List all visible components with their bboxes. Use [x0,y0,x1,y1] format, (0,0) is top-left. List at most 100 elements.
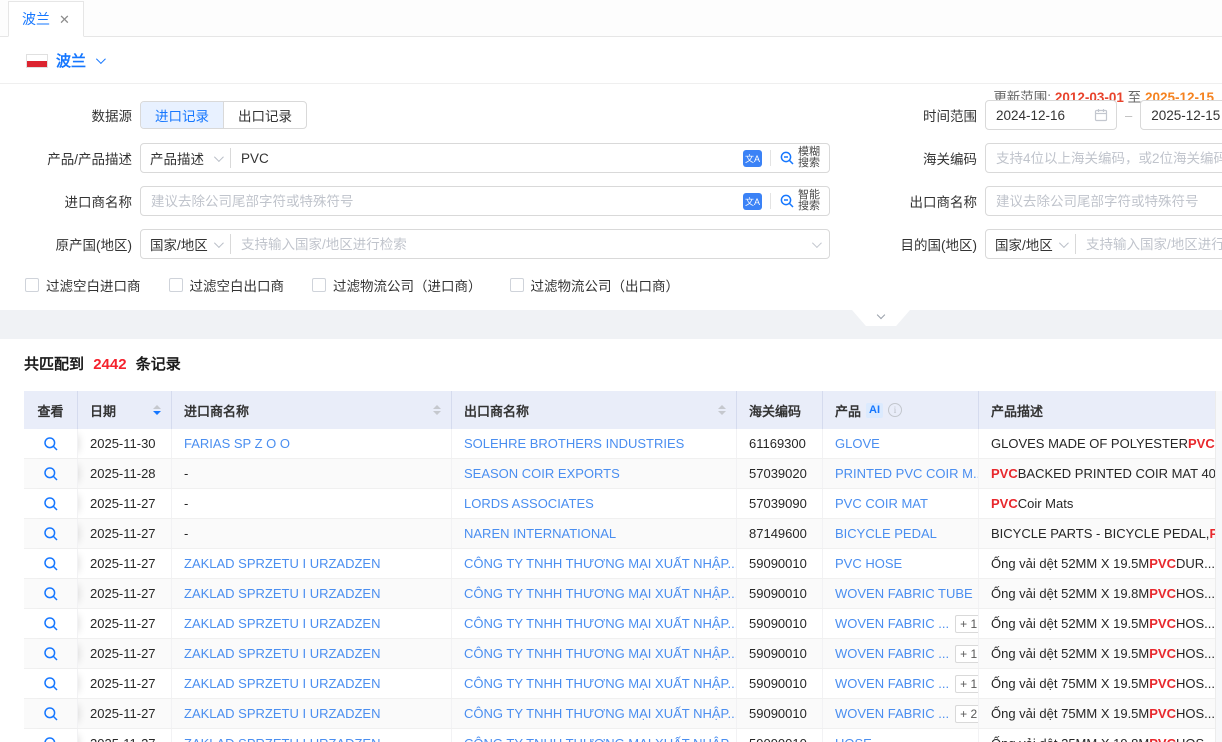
row-product-link[interactable]: WOVEN FABRIC ... [835,676,949,691]
row-product-extra-badge[interactable]: + 1 [955,615,979,633]
destination-country-input[interactable] [1076,230,1222,258]
checkbox-label: 过滤空白进口商 [46,275,141,295]
view-record-button[interactable] [24,609,78,638]
start-date-value[interactable] [986,101,1094,129]
row-importer[interactable]: ZAKLAD SPRZETU I URZADZEN [184,586,380,601]
filter-row-origin: 原产国(地区) 国家/地区 目的国(地区) 国家/地区 [0,229,1222,259]
row-hs-code: 59090010 [737,699,823,728]
view-record-button[interactable] [24,669,78,698]
view-record-button[interactable] [24,729,78,742]
row-product-link[interactable]: WOVEN FABRIC ... [835,706,949,721]
origin-country-input[interactable] [231,230,812,258]
view-record-button[interactable] [24,459,78,488]
chevron-down-icon [877,311,885,319]
row-exporter[interactable]: CÔNG TY TNHH THƯƠNG MẠI XUẤT NHẬP... [464,646,737,661]
desc-post: HOS... [1176,706,1215,721]
tab-poland[interactable]: 波兰 ✕ [8,1,84,37]
country-name[interactable]: 波兰 [56,50,86,71]
row-product-link[interactable]: PVC COIR MAT [835,496,928,511]
close-icon[interactable]: ✕ [59,13,70,26]
view-record-button[interactable] [24,549,78,578]
row-exporter[interactable]: CÔNG TY TNHH THƯƠNG MẠI XUẤT NHẬP... [464,556,737,571]
row-date: 2025-11-27 [78,609,172,638]
row-importer[interactable]: FARIAS SP Z O O [184,436,290,451]
row-exporter[interactable]: CÔNG TY TNHH THƯƠNG MẠI XUẤT NHẬP... [464,676,737,691]
row-importer[interactable]: ZAKLAD SPRZETU I URZADZEN [184,706,380,721]
chevron-down-icon[interactable] [96,54,106,64]
col-header-exporter[interactable]: 出口商名称 [452,391,737,429]
start-date-input[interactable] [985,100,1117,130]
checkbox-filter-blank-importer[interactable]: 过滤空白进口商 [25,275,141,295]
row-date: 2025-11-27 [78,519,172,548]
row-exporter[interactable]: NAREN INTERNATIONAL [464,526,616,541]
row-product-link[interactable]: HOSE [835,736,872,742]
magnifier-icon [43,676,59,692]
end-date-value[interactable] [1141,101,1222,129]
destination-type-select[interactable]: 国家/地区 [986,234,1076,254]
row-importer[interactable]: ZAKLAD SPRZETU I URZADZEN [184,646,380,661]
checkbox-icon[interactable] [25,278,39,292]
desc-post: DUR... [1176,556,1215,571]
row-importer[interactable]: ZAKLAD SPRZETU I URZADZEN [184,616,380,631]
hs-code-input[interactable] [986,144,1222,172]
row-exporter[interactable]: CÔNG TY TNHH THƯƠNG MẠI XUẤT NHẬP... [464,586,737,601]
col-header-date[interactable]: 日期 [78,391,172,429]
translate-icon[interactable]: 文A [743,150,762,167]
end-date-input[interactable] [1140,100,1222,130]
checkbox-icon[interactable] [312,278,326,292]
row-product-link[interactable]: BICYCLE PEDAL [835,526,937,541]
row-product-extra-badge[interactable]: + 1 [955,645,979,663]
panel-gap [0,310,1222,339]
row-product-extra-badge[interactable]: + 1 [955,675,979,693]
product-search-input[interactable] [231,144,743,172]
view-record-button[interactable] [24,429,78,458]
import-records-button[interactable]: 进口记录 [141,102,223,128]
sort-icon[interactable] [147,405,161,415]
importer-input[interactable] [141,187,743,215]
vertical-scrollbar[interactable] [1215,391,1222,742]
checkbox-filter-blank-exporter[interactable]: 过滤空白出口商 [169,275,285,295]
product-type-select[interactable]: 产品描述 [141,148,231,168]
row-exporter[interactable]: CÔNG TY TNHH THƯƠNG MẠI XUẤT NHẬP... [464,706,737,721]
row-product-link[interactable]: PVC HOSE [835,556,902,571]
col-header-product: 产品 AI i [823,391,979,429]
row-product-link[interactable]: WOVEN FABRIC ... [835,616,949,631]
row-product-link[interactable]: WOVEN FABRIC TUBE [835,586,973,601]
row-importer[interactable]: ZAKLAD SPRZETU I URZADZEN [184,736,380,742]
checkbox-filter-logistics-exporter[interactable]: 过滤物流公司（出口商） [510,275,680,295]
row-exporter[interactable]: SOLEHRE BROTHERS INDUSTRIES [464,436,684,451]
row-exporter[interactable]: CÔNG TY TNHH THƯƠNG MẠI XUẤT NHẬP... [464,736,737,742]
row-exporter[interactable]: SEASON COIR EXPORTS [464,466,620,481]
view-record-button[interactable] [24,519,78,548]
view-record-button[interactable] [24,579,78,608]
magnifier-icon [43,706,59,722]
export-records-button[interactable]: 出口记录 [223,102,306,128]
exporter-input[interactable] [986,187,1222,215]
sort-icon[interactable] [712,405,726,415]
origin-type-select[interactable]: 国家/地区 [141,234,231,254]
view-record-button[interactable] [24,639,78,668]
row-product-extra-badge[interactable]: + 2 [955,705,979,723]
info-icon[interactable]: i [888,403,902,417]
checkbox-filter-logistics-importer[interactable]: 过滤物流公司（进口商） [312,275,482,295]
view-record-button[interactable] [24,699,78,728]
row-importer[interactable]: ZAKLAD SPRZETU I URZADZEN [184,676,380,691]
row-product-link[interactable]: GLOVE [835,436,880,451]
checkbox-icon[interactable] [510,278,524,292]
row-importer[interactable]: ZAKLAD SPRZETU I URZADZEN [184,556,380,571]
row-hs-code: 61169300 [737,429,823,458]
row-exporter[interactable]: LORDS ASSOCIATES [464,496,594,511]
col-header-importer[interactable]: 进口商名称 [172,391,452,429]
fuzzy-search-button[interactable]: 模糊搜索 [779,147,820,170]
checkbox-icon[interactable] [169,278,183,292]
collapse-panel-button[interactable] [852,310,910,326]
row-product-link[interactable]: WOVEN FABRIC ... [835,646,949,661]
translate-icon[interactable]: 文A [743,193,762,210]
desc-post: HOS... [1176,646,1215,661]
row-product-link[interactable]: PRINTED PVC COIR M... [835,466,979,481]
divider [770,193,771,209]
view-record-button[interactable] [24,489,78,518]
smart-search-button[interactable]: 智能搜索 [779,190,820,213]
row-exporter[interactable]: CÔNG TY TNHH THƯƠNG MẠI XUẤT NHẬP... [464,616,737,631]
sort-icon[interactable] [427,405,441,415]
